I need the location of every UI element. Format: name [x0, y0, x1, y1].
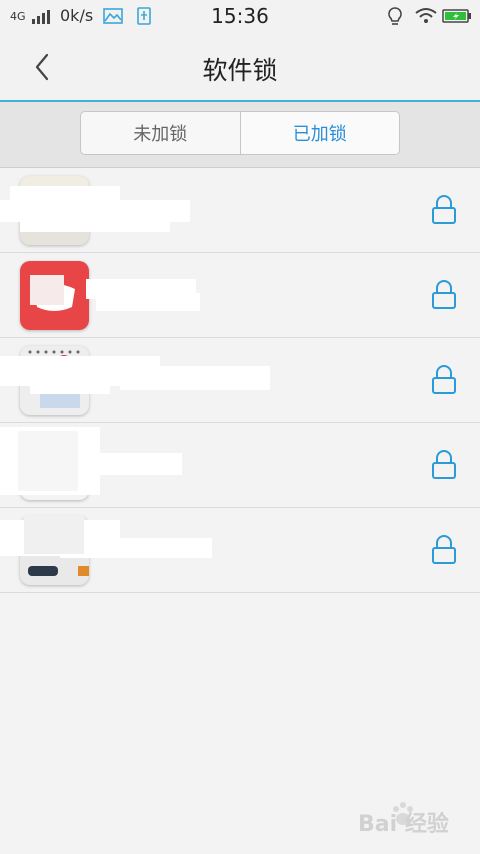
lock-toggle[interactable] [428, 449, 460, 481]
chevron-left-icon [35, 53, 49, 81]
status-bar: 4G 0k/s 15:36 [0, 0, 480, 34]
lock-toggle[interactable] [428, 194, 460, 226]
watermark-text: Bai 经验 [358, 812, 449, 837]
list-item[interactable] [0, 508, 480, 593]
battery-icon [442, 9, 471, 23]
lock-icon [432, 280, 456, 309]
lock-toggle[interactable] [428, 534, 460, 566]
title-bar: 软件锁 [0, 34, 480, 102]
back-button[interactable] [22, 47, 66, 87]
tab-locked[interactable]: 已加锁 [240, 112, 399, 154]
list-item[interactable] [0, 253, 480, 338]
tab-unlocked[interactable]: 未加锁 [81, 112, 241, 154]
lock-toggle[interactable] [428, 364, 460, 396]
lock-icon [432, 195, 456, 224]
watermark: Bai 经验 [330, 800, 460, 840]
app-list [0, 168, 480, 593]
lock-toggle[interactable] [428, 279, 460, 311]
lock-icon [432, 365, 456, 394]
tabs-area: 未加锁 已加锁 [0, 102, 480, 168]
list-item[interactable] [0, 168, 480, 253]
bulb-icon [388, 7, 402, 25]
wifi-icon [415, 8, 437, 23]
lock-icon [432, 535, 456, 564]
list-item[interactable] [0, 338, 480, 423]
lock-icon [432, 450, 456, 479]
segmented-control: 未加锁 已加锁 [80, 111, 400, 155]
clock: 15:36 [211, 4, 269, 28]
page-title: 软件锁 [202, 56, 278, 85]
list-item[interactable] [0, 423, 480, 508]
screen: 4G 0k/s 15:36 软件锁 未加锁 已加锁 Bai 经验 [0, 0, 480, 854]
